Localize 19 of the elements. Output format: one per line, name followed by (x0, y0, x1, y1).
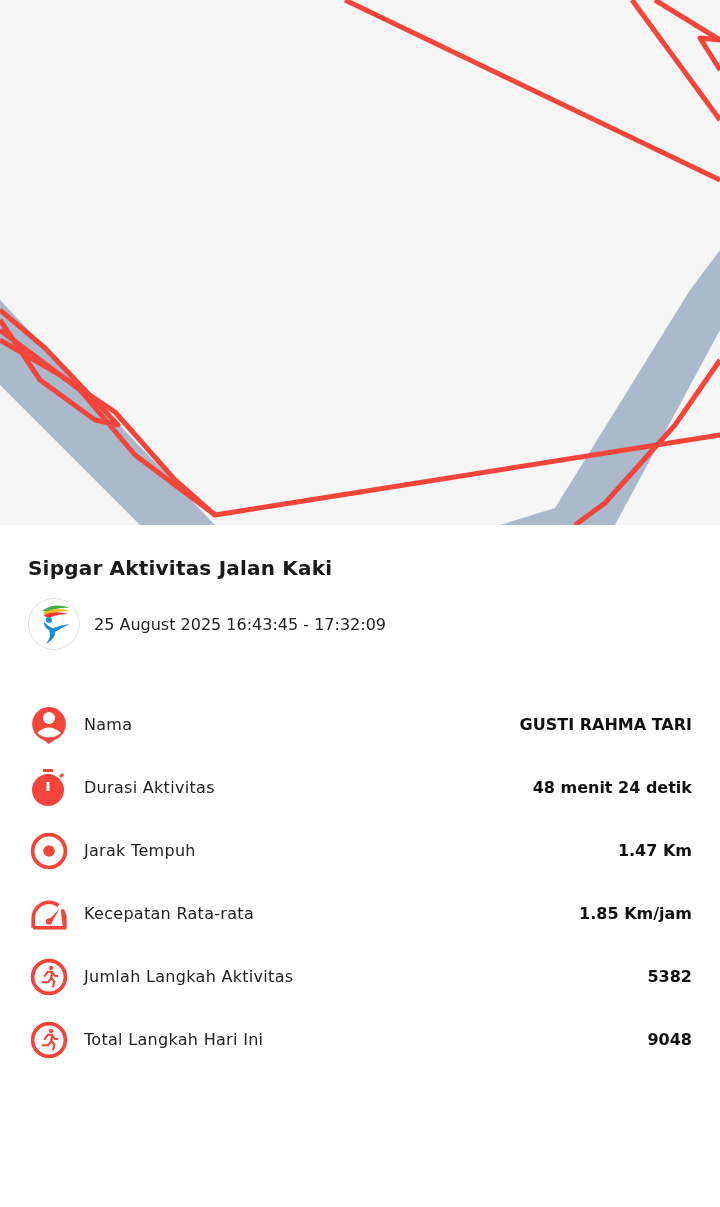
stat-label: Kecepatan Rata-rata (84, 904, 255, 923)
stat-value: 48 menit 24 detik (532, 778, 692, 797)
stat-value: 5382 (647, 967, 692, 986)
person-pin-icon (30, 705, 68, 744)
stat-label: Jarak Tempuh (84, 841, 196, 860)
stat-label: Jumlah Langkah Aktivitas (84, 967, 294, 986)
logo-icon (28, 598, 80, 650)
stat-label: Total Langkah Hari Ini (84, 1030, 264, 1049)
time-range: 25 August 2025 16:43:45 - 17:32:09 (94, 614, 386, 634)
stat-value: GUSTI RAHMA TARI (519, 715, 692, 734)
runner-icon (30, 1020, 68, 1059)
stat-label: Durasi Aktivitas (84, 778, 215, 797)
runner-icon (30, 957, 68, 996)
stat-label: Nama (84, 715, 133, 734)
stat-value: 1.85 Km/jam (579, 904, 692, 923)
target-icon (30, 831, 68, 870)
stat-value: 1.47 Km (617, 841, 692, 860)
stat-value: 9048 (647, 1030, 692, 1049)
activity-title: Sipgar Aktivitas Jalan Kaki (28, 555, 334, 582)
